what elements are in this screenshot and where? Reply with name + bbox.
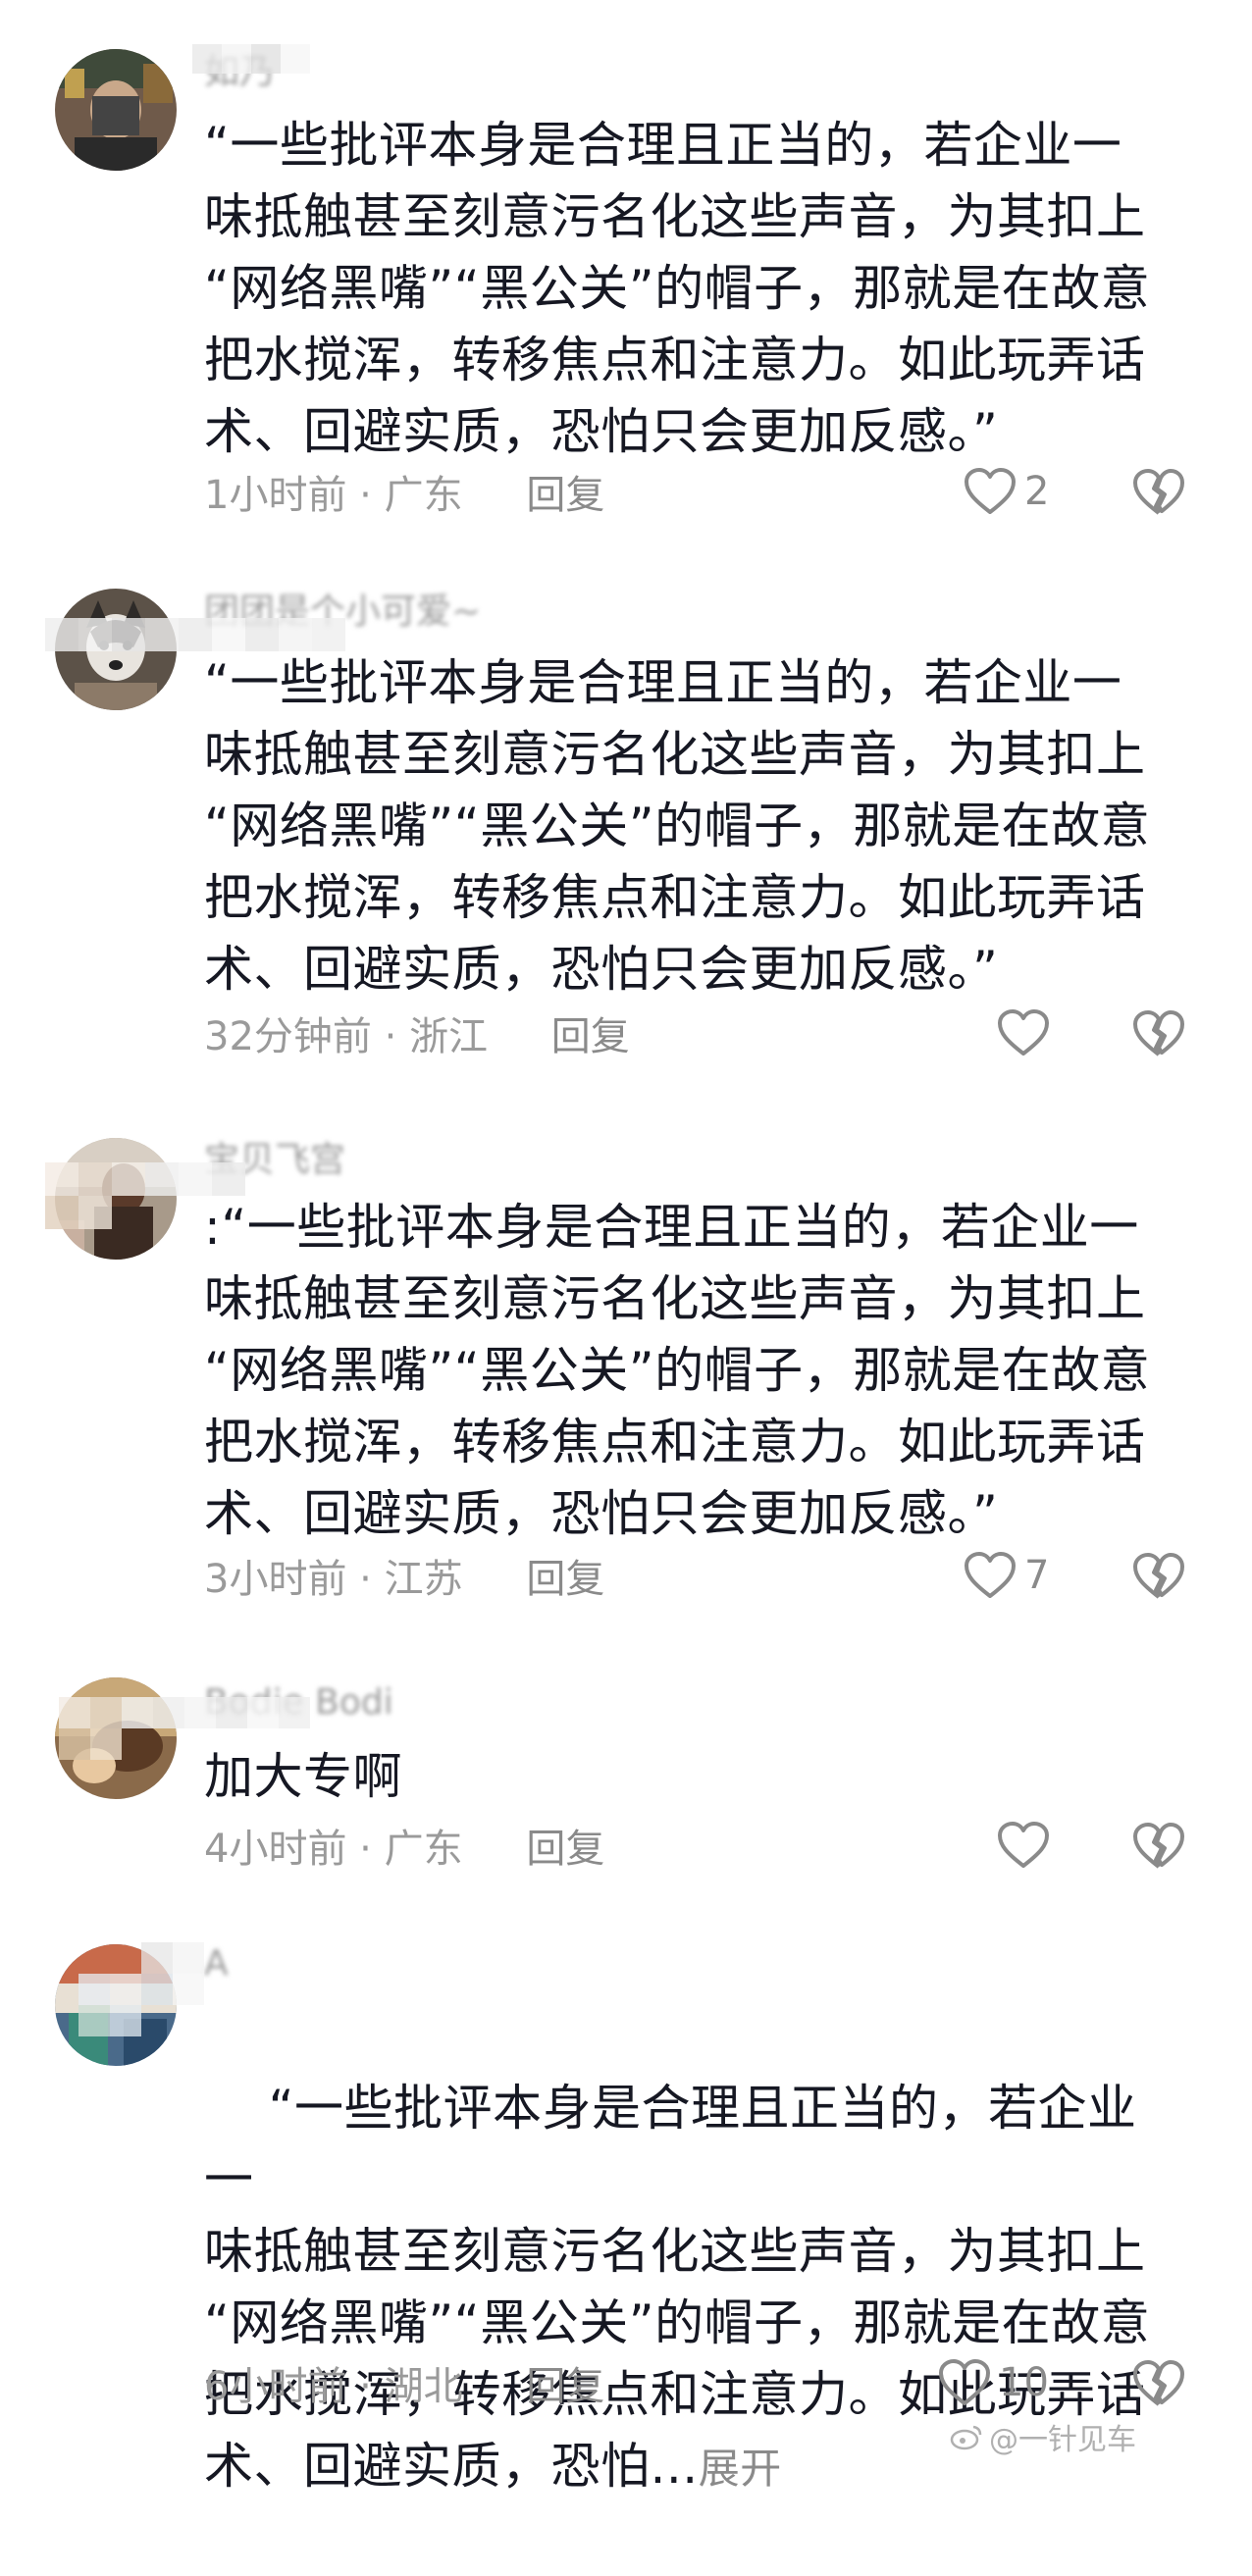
dislike-button[interactable] [1131,1551,1186,1606]
comment-time: 6小时前 [204,2364,347,2409]
avatar[interactable] [55,49,177,171]
like-button[interactable] [997,1821,1058,1870]
comment-time: 1小时前 [204,473,347,518]
like-count: 7 [1024,1553,1050,1598]
comment-item: A “一些批评本身是合理且正当的，若企业一 味抵触甚至刻意污名化这些声音，为其扣… [0,1932,1252,2495]
comment-location: 江苏 [384,1557,463,1602]
reply-button[interactable]: 回复 [526,1557,604,1602]
comment-location: 浙江 [409,1014,489,1059]
comment-meta: 4小时前 · 广东 回复 [204,1825,604,1874]
reply-button[interactable]: 回复 [526,473,604,518]
like-button[interactable]: 2 [964,467,1049,516]
comment-time: 3小时前 [204,1557,347,1602]
broken-heart-icon [1133,1823,1184,1869]
broken-heart-icon [1133,1010,1184,1056]
heart-icon [965,1552,1016,1598]
comment-item: 宝贝飞宫 :“一些批评本身是合理且正当的，若企业一 味抵触甚至刻意污名化这些声音… [0,1094,1252,1648]
broken-heart-icon [1133,2360,1184,2406]
heart-icon [965,468,1016,514]
comment-time: 4小时前 [204,1827,347,1872]
comment-location: 湖北 [384,2364,463,2409]
reply-button[interactable]: 回复 [526,1827,604,1872]
meta-separator: · [384,1014,397,1059]
comment-item: Bodie Bodi 加大专啊 4小时前 · 广东 回复 [0,1648,1252,1932]
username-mosaic [192,44,310,74]
weibo-icon [950,2425,982,2450]
dislike-button[interactable] [1131,2358,1186,2413]
comment-meta: 6小时前 · 湖北 回复 [204,2362,604,2411]
expand-button[interactable]: 展开 [699,2445,782,2493]
watermark-text: @一针见车 [989,2423,1136,2457]
comment-text: “一些批评本身是合理且正当的，若企业一 味抵触甚至刻意污名化这些声音，为其扣上 … [204,654,1151,998]
comment-text: “一些批评本身是合理且正当的，若企业一 味抵触甚至刻意污名化这些声音，为其扣上 … [204,117,1151,460]
heart-icon [998,1009,1049,1056]
dislike-button[interactable] [1131,467,1186,522]
broken-heart-icon [1133,1553,1184,1599]
dislike-button[interactable] [1131,1821,1186,1876]
like-button[interactable]: 10 [938,2358,1049,2407]
comment-text: 加大专啊 [204,1748,402,1805]
reply-button[interactable]: 回复 [551,1014,630,1059]
heart-icon [998,1822,1049,1868]
like-button[interactable]: 7 [964,1551,1049,1600]
watermark: @一针见车 [950,2415,1136,2458]
comment-text: “一些批评本身是合理且正当的，若企业一 味抵触甚至刻意污名化这些声音，为其扣上 … [204,2001,1185,2576]
meta-separator: · [359,473,372,518]
heart-icon [939,2359,990,2405]
like-count: 2 [1024,469,1050,514]
reply-button[interactable]: 回复 [526,2364,604,2409]
comment-location: 广东 [384,473,463,518]
comment-item: 团团是个小可爱~ “一些批评本身是合理且正当的，若企业一 味抵触甚至刻意污名化这… [0,549,1252,1094]
comment-text: :“一些批评本身是合理且正当的，若企业一 味抵触甚至刻意污名化这些声音，为其扣上… [204,1199,1151,1542]
username-mosaic [45,618,345,651]
meta-separator: · [359,2364,372,2409]
comment-meta: 3小时前 · 江苏 回复 [204,1555,604,1604]
comment-time: 32分钟前 [204,1014,372,1059]
comment-location: 广东 [384,1827,463,1872]
meta-separator: · [359,1557,372,1602]
like-button[interactable] [997,1008,1058,1057]
comment-meta: 32分钟前 · 浙江 回复 [204,1012,630,1061]
meta-separator: · [359,1827,372,1872]
comment-item: 如乃 “一些批评本身是合理且正当的，若企业一 味抵触甚至刻意污名化这些声音，为其… [0,0,1252,549]
dislike-button[interactable] [1131,1008,1186,1063]
comment-meta: 1小时前 · 广东 回复 [204,471,604,520]
like-count: 10 [999,2360,1049,2405]
broken-heart-icon [1133,469,1184,515]
